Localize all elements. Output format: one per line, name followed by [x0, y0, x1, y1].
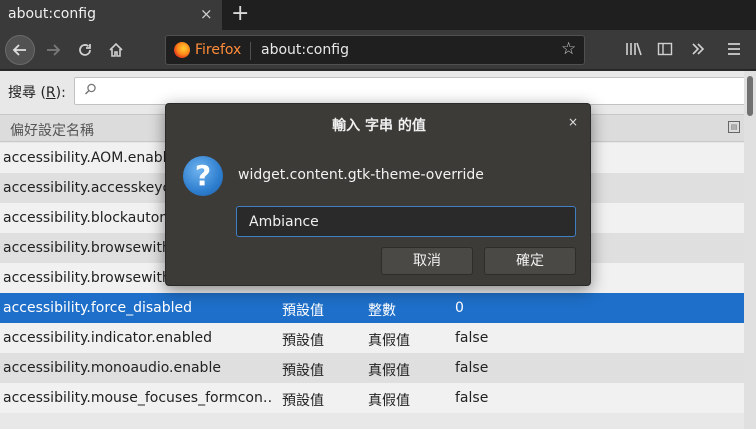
pref-name-label: widget.content.gtk-theme-override: [238, 167, 484, 183]
identity-label[interactable]: Firefox: [195, 42, 241, 58]
tab-close-icon[interactable]: ×: [200, 5, 213, 23]
search-icon: [84, 83, 97, 100]
pref-status-cell: 預設值: [282, 303, 324, 319]
pref-name-cell: accessibility.indicator.enabled: [3, 330, 212, 346]
url-separator: [250, 42, 251, 60]
table-row[interactable]: accessibility.monoaudio.enable 預設值 真假值 fals…: [0, 353, 744, 383]
string-value-dialog: 輸入 字串 的值 × ? widget.content.gtk-theme-ov…: [165, 103, 591, 286]
reload-button[interactable]: [70, 35, 100, 65]
overflow-chevron-icon[interactable]: [690, 41, 706, 61]
column-picker-icon[interactable]: ▤: [728, 121, 740, 133]
url-bar[interactable]: Firefox about:config ☆: [165, 35, 585, 65]
search-label: 搜尋 (R):: [8, 85, 66, 101]
pref-value-cell: false: [455, 390, 489, 406]
search-input[interactable]: [74, 77, 752, 105]
dialog-close-icon[interactable]: ×: [568, 115, 578, 129]
pref-name-cell: accessibility.monoaudio.enable: [3, 360, 221, 376]
pref-value-cell: 0: [455, 300, 464, 316]
cancel-button[interactable]: 取消: [381, 247, 473, 275]
home-icon: [109, 42, 123, 57]
question-icon: ?: [183, 156, 223, 196]
table-row[interactable]: accessibility.mouse_focuses_formcon… 預設值 真…: [0, 383, 744, 413]
scrollbar-thumb[interactable]: [747, 76, 753, 116]
forward-button[interactable]: [38, 35, 68, 65]
pref-type-cell: 真假值: [368, 333, 410, 349]
sidebar-icon[interactable]: [657, 41, 673, 61]
forward-arrow-icon: [47, 44, 61, 56]
pref-status-cell: 預設值: [282, 363, 324, 379]
nav-bar: Firefox about:config ☆: [0, 30, 756, 70]
pref-value-cell: false: [455, 330, 489, 346]
pref-type-cell: 真假值: [368, 363, 410, 379]
tab-strip: about:config × +: [0, 0, 756, 30]
pref-value-cell: false: [455, 360, 489, 376]
column-pref-name[interactable]: 偏好設定名稱: [10, 120, 94, 140]
scrollbar[interactable]: [744, 71, 756, 429]
pref-status-cell: 預設值: [282, 393, 324, 409]
table-row[interactable]: accessibility.indicator.enabled 預設值 真假值 fal…: [0, 323, 744, 353]
pref-name-cell: accessibility.mouse_focuses_formcon…: [3, 390, 273, 406]
pref-name-cell: accessibility.force_disabled: [3, 300, 193, 316]
url-text[interactable]: about:config: [261, 42, 349, 58]
home-button[interactable]: [101, 35, 131, 65]
back-arrow-icon: [12, 44, 26, 56]
pref-type-cell: 真假值: [368, 393, 410, 409]
library-icon[interactable]: [625, 41, 643, 61]
back-button[interactable]: [5, 35, 35, 65]
pref-type-cell: 整數: [368, 303, 396, 319]
bookmark-star-icon[interactable]: ☆: [561, 39, 576, 59]
value-input[interactable]: [236, 206, 576, 237]
firefox-logo-icon: [174, 42, 190, 58]
pref-status-cell: 預設值: [282, 333, 324, 349]
ok-button[interactable]: 確定: [484, 247, 576, 275]
new-tab-icon[interactable]: +: [231, 1, 249, 27]
menu-icon[interactable]: [726, 41, 742, 61]
reload-icon: [79, 44, 91, 56]
table-row[interactable]: accessibility.force_disabled 預設值 整數 0: [0, 293, 744, 323]
dialog-title: 輸入 字串 的值: [332, 118, 426, 134]
tab-title: about:config: [8, 6, 96, 22]
tab-about-config[interactable]: about:config ×: [0, 0, 222, 30]
